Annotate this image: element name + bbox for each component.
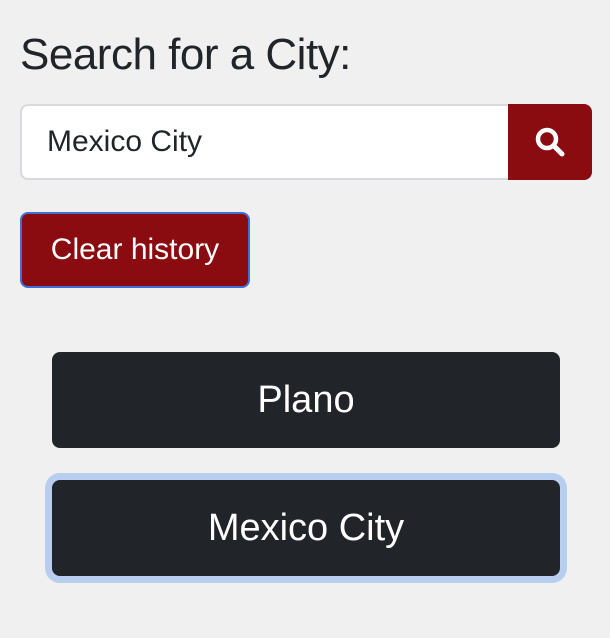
clear-history-button[interactable]: Clear history (20, 212, 250, 288)
search-history-list: Plano Mexico City (52, 352, 560, 608)
search-icon (535, 127, 565, 157)
history-item-plano[interactable]: Plano (52, 352, 560, 448)
search-input[interactable] (20, 104, 508, 180)
search-button[interactable] (508, 104, 592, 180)
page-title: Search for a City: (20, 30, 351, 79)
search-form (20, 104, 592, 180)
history-item-mexico-city[interactable]: Mexico City (52, 480, 560, 576)
